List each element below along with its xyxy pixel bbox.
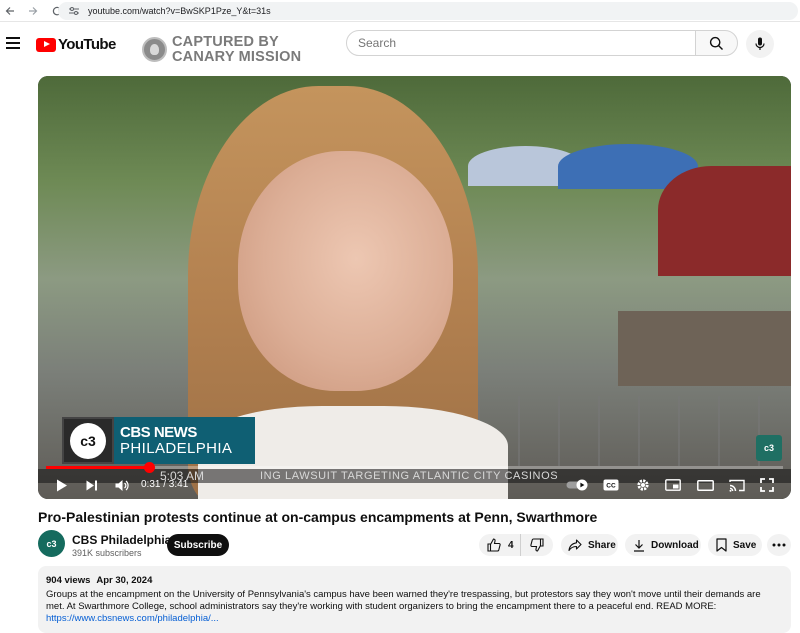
watermark-line1: CAPTURED BY [172, 34, 279, 50]
cbs3-logo-text: c3 [70, 422, 106, 459]
settings-button[interactable] [632, 475, 654, 495]
player-controls: 0:31 / 3:41 CC [38, 472, 791, 499]
share-button[interactable]: Share [561, 534, 618, 556]
autoplay-toggle[interactable] [566, 475, 590, 495]
more-actions-button[interactable] [767, 534, 791, 556]
like-dislike-group: 4 [479, 534, 553, 556]
voice-search-button[interactable] [746, 30, 774, 58]
news-lower-third: c3 CBS NEWS PHILADELPHIA [62, 417, 255, 464]
save-bookmark-icon [716, 538, 727, 552]
youtube-logo[interactable]: YouTube [36, 36, 116, 53]
theater-mode-button[interactable] [694, 475, 716, 495]
description-meta: 904 views Apr 30, 2024 [46, 575, 783, 586]
volume-button[interactable] [112, 475, 132, 495]
channel-avatar[interactable]: c3 [38, 530, 65, 557]
search-button[interactable] [695, 30, 738, 56]
next-button[interactable] [82, 475, 102, 495]
fullscreen-button[interactable] [756, 475, 778, 495]
video-player[interactable]: c3 CBS NEWS PHILADELPHIA 5:03 AM ING LAW… [38, 76, 791, 499]
thumbs-down-icon [530, 538, 544, 552]
autoplay-toggle-icon [566, 479, 588, 491]
closed-captions-icon: CC [603, 479, 619, 491]
lower-third-line1: CBS NEWS [120, 423, 197, 441]
cast-icon [729, 479, 745, 492]
youtube-header: YouTube CAPTURED BY CANARY MISSION [0, 22, 800, 74]
skip-next-icon [86, 480, 97, 490]
back-arrow-icon[interactable] [0, 1, 20, 21]
canary-mission-watermark: CAPTURED BY CANARY MISSION [142, 35, 301, 64]
watermark-line2: CANARY MISSION [172, 48, 302, 65]
more-horizontal-icon [772, 543, 786, 547]
subscribe-button[interactable]: Subscribe [167, 534, 229, 556]
youtube-logo-text: YouTube [58, 36, 116, 53]
channel-name[interactable]: CBS Philadelphia [72, 533, 171, 547]
description-box[interactable]: 904 views Apr 30, 2024 Groups at the enca… [38, 566, 791, 633]
canary-seal-icon [142, 37, 167, 62]
volume-icon [115, 479, 129, 491]
time-display: 0:31 / 3:41 [141, 479, 189, 490]
cbs3-logo: c3 [62, 417, 114, 464]
description-link[interactable]: https://www.cbsnews.com/philadelphia/... [46, 613, 783, 624]
gear-icon [637, 479, 649, 491]
cast-button[interactable] [726, 475, 748, 495]
svg-text:CC: CC [606, 483, 616, 490]
share-arrow-icon [568, 539, 582, 551]
miniplayer-button[interactable] [662, 475, 684, 495]
thumbs-up-icon [487, 538, 501, 552]
browser-toolbar: youtube.com/watch?v=BwSKP1Pze_Y&t=31s [0, 0, 800, 22]
dislike-button[interactable] [521, 538, 553, 552]
lower-third-line2: PHILADELPHIA [120, 439, 233, 457]
fullscreen-icon [760, 478, 774, 492]
upload-date: Apr 30, 2024 [96, 575, 153, 586]
subscriber-count: 391K subscribers [72, 548, 142, 558]
search-box [346, 30, 696, 56]
view-count: 904 views [46, 575, 91, 586]
progress-bar[interactable] [46, 462, 783, 473]
microphone-icon [755, 37, 765, 50]
forward-arrow-icon[interactable] [23, 1, 43, 21]
menu-icon[interactable] [6, 37, 20, 49]
address-bar[interactable]: youtube.com/watch?v=BwSKP1Pze_Y&t=31s [58, 2, 798, 20]
download-icon [634, 539, 644, 552]
site-settings-icon[interactable] [68, 6, 80, 16]
save-button[interactable]: Save [708, 534, 762, 556]
play-icon [57, 479, 67, 491]
subtitles-button[interactable]: CC [600, 475, 622, 495]
progress-fill [46, 466, 150, 469]
theater-mode-icon [696, 479, 714, 491]
download-button[interactable]: Download [625, 534, 701, 556]
channel-corner-bug: c3 [756, 435, 782, 461]
save-label: Save [733, 539, 757, 551]
search-input[interactable] [358, 36, 678, 50]
description-text: Groups at the encampment on the Universi… [46, 589, 761, 612]
play-button[interactable] [52, 475, 72, 495]
video-title: Pro-Palestinian protests continue at on-… [38, 509, 598, 525]
like-count: 4 [508, 539, 514, 551]
download-label: Download [651, 539, 699, 551]
like-button[interactable]: 4 [479, 534, 521, 556]
search-icon [709, 36, 723, 50]
miniplayer-icon [665, 479, 681, 491]
share-label: Share [588, 539, 616, 551]
youtube-play-logo-icon [36, 37, 56, 52]
url-text: youtube.com/watch?v=BwSKP1Pze_Y&t=31s [88, 6, 271, 16]
